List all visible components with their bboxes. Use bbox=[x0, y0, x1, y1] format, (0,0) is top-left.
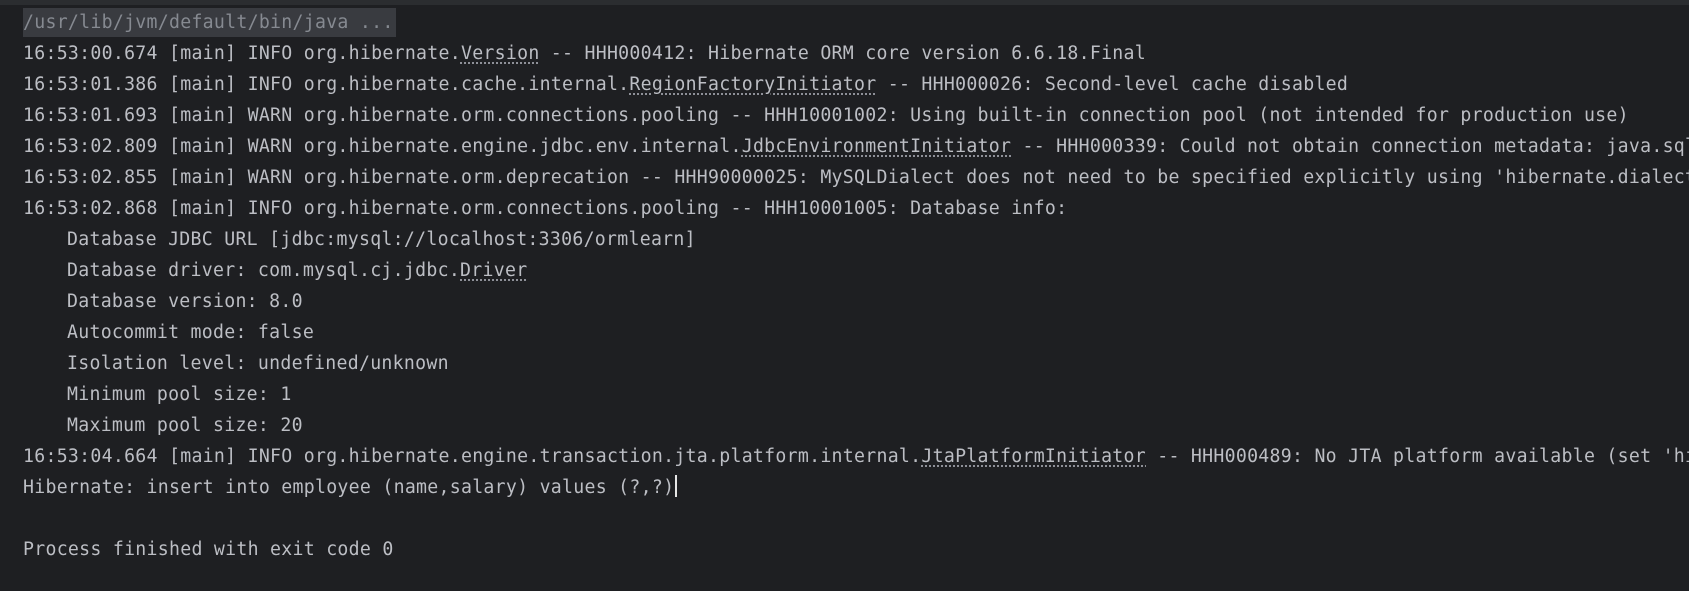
log-line: 16:53:00.674 [main] INFO org.hibernate.V… bbox=[23, 38, 1689, 69]
class-link-driver[interactable]: Driver bbox=[460, 260, 527, 281]
run-console-output[interactable]: /usr/lib/jvm/default/bin/java ... 16:53:… bbox=[23, 7, 1689, 565]
db-info-max-pool: Maximum pool size: 20 bbox=[67, 415, 303, 436]
java-command[interactable]: /usr/lib/jvm/default/bin/java ... bbox=[23, 8, 396, 37]
text-caret bbox=[675, 475, 678, 497]
log-text: Database driver: com.mysql.cj.jdbc. bbox=[67, 260, 461, 281]
class-link-jdbc-environment-initiator[interactable]: JdbcEnvironmentInitiator bbox=[742, 136, 1012, 157]
process-exit-message: Process finished with exit code 0 bbox=[23, 539, 394, 560]
db-info-min-pool: Minimum pool size: 1 bbox=[67, 384, 292, 405]
log-text: 16:53:04.664 [main] INFO org.hibernate.e… bbox=[23, 446, 922, 467]
class-link-jta-platform-initiator[interactable]: JtaPlatformInitiator bbox=[921, 446, 1146, 467]
db-info-url: Database JDBC URL [jdbc:mysql://localhos… bbox=[67, 229, 696, 250]
class-link-region-factory-initiator[interactable]: RegionFactoryInitiator bbox=[629, 74, 876, 95]
log-text: -- HHH000339: Could not obtain connectio… bbox=[1022, 136, 1689, 157]
sql-output-line: Hibernate: insert into employee (name,sa… bbox=[23, 472, 1689, 503]
log-text: -- HHH000489: No JTA platform available … bbox=[1157, 446, 1689, 467]
log-line: 16:53:01.386 [main] INFO org.hibernate.c… bbox=[23, 69, 1689, 100]
class-link-version[interactable]: Version bbox=[461, 43, 540, 64]
log-line: 16:53:04.664 [main] INFO org.hibernate.e… bbox=[23, 441, 1689, 472]
log-text: -- HHH000026: Second-level cache disable… bbox=[876, 74, 1349, 95]
sql-statement: Hibernate: insert into employee (name,sa… bbox=[23, 477, 675, 498]
db-info-version: Database version: 8.0 bbox=[67, 291, 303, 312]
log-line: 16:53:01.693 [main] WARN org.hibernate.o… bbox=[23, 105, 1629, 126]
log-line: 16:53:02.809 [main] WARN org.hibernate.e… bbox=[23, 131, 1689, 162]
log-text: 16:53:01.386 [main] INFO org.hibernate.c… bbox=[23, 74, 630, 95]
db-info-autocommit: Autocommit mode: false bbox=[67, 322, 315, 343]
console-command-line: /usr/lib/jvm/default/bin/java ... bbox=[23, 7, 1689, 38]
db-info-driver: Database driver: com.mysql.cj.jdbc.Drive… bbox=[23, 255, 1689, 286]
log-line: 16:53:02.855 [main] WARN org.hibernate.o… bbox=[23, 167, 1689, 188]
log-text: 16:53:00.674 [main] INFO org.hibernate. bbox=[23, 43, 461, 64]
db-info-isolation: Isolation level: undefined/unknown bbox=[67, 353, 449, 374]
log-text: 16:53:02.809 [main] WARN org.hibernate.e… bbox=[23, 136, 742, 157]
log-text: -- HHH000412: Hibernate ORM core version… bbox=[539, 43, 1146, 64]
panel-top-border bbox=[0, 0, 1689, 5]
log-line: 16:53:02.868 [main] INFO org.hibernate.o… bbox=[23, 198, 1068, 219]
